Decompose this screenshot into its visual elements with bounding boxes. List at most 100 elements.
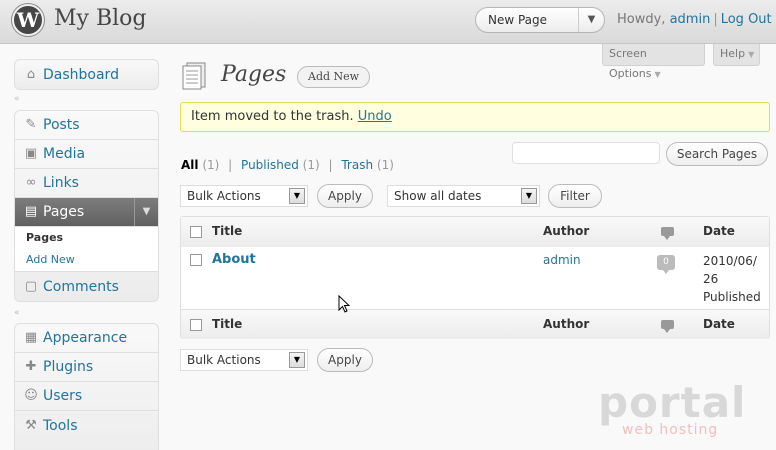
- user-info: Howdy, admin | Log Out: [617, 12, 772, 27]
- sidebar-item-tools[interactable]: ⚒ Tools: [15, 411, 158, 440]
- row-date: 2010/06/ 26 Published: [703, 252, 765, 306]
- chevron-down-icon[interactable]: ▼: [289, 188, 305, 204]
- media-icon: ▣: [24, 146, 38, 161]
- separator: |: [713, 12, 718, 27]
- tools-icon: ⚒: [25, 417, 37, 433]
- apply-button-bottom[interactable]: Apply: [317, 348, 373, 372]
- sidebar-item-pages[interactable]: ▤ Pages ▼: [15, 198, 158, 227]
- row-checkbox[interactable]: [190, 254, 202, 266]
- filter-button[interactable]: Filter: [548, 184, 602, 208]
- screen-options-tab[interactable]: Screen Options ▼: [602, 44, 705, 80]
- page-title: Pages: [221, 62, 287, 87]
- sidebar-group-content: ✎ Posts ▣ Media ∞ Links ▤ Pages ▼ Pages Add N…: [14, 110, 159, 302]
- pages-submenu: Pages Add New: [15, 227, 158, 272]
- table-footer: Title Author Date: [181, 309, 769, 339]
- filter-trash-count: (1): [376, 158, 394, 172]
- row-title-link[interactable]: About: [212, 252, 256, 267]
- sidebar-item-label: Posts: [43, 117, 80, 133]
- appearance-icon: ▦: [24, 330, 38, 345]
- undo-link[interactable]: Undo: [358, 109, 392, 124]
- filter-published-link[interactable]: Published: [241, 158, 299, 172]
- column-author-header: Author: [543, 224, 590, 238]
- submenu-item-pages[interactable]: Pages: [15, 227, 158, 249]
- column-title-footer[interactable]: Title: [212, 317, 242, 331]
- bulk-actions-label: Bulk Actions: [187, 353, 261, 367]
- sidebar-item-comments[interactable]: ▢ Comments: [15, 272, 158, 301]
- separator: |: [328, 158, 333, 172]
- submenu-item-add-new[interactable]: Add New: [15, 249, 158, 271]
- chevron-down-icon[interactable]: ▼: [578, 8, 604, 32]
- trash-notice: Item moved to the trash. Undo: [180, 102, 770, 132]
- howdy-text: Howdy,: [617, 12, 666, 27]
- status-filter-links: All (1) | Published (1) | Trash (1): [181, 158, 394, 172]
- filter-published-count: (1): [302, 158, 320, 172]
- sidebar-item-label: Links: [43, 175, 79, 191]
- comments-column-icon: [661, 227, 674, 240]
- chevron-down-icon: ▼: [654, 70, 661, 79]
- chevron-down-icon: ▼: [748, 50, 755, 59]
- sidebar-group-dashboard: ⌂ Dashboard: [14, 59, 159, 90]
- separator: |: [228, 158, 233, 172]
- sidebar-item-dashboard[interactable]: ⌂ Dashboard: [15, 60, 158, 89]
- filter-trash-link[interactable]: Trash: [341, 158, 373, 172]
- column-author-footer: Author: [543, 317, 590, 331]
- sidebar-item-label: Pages: [43, 204, 85, 220]
- apply-button-top[interactable]: Apply: [317, 184, 373, 208]
- bulk-actions-label: Bulk Actions: [187, 189, 261, 203]
- search-pages-button[interactable]: Search Pages: [666, 142, 768, 166]
- logout-link[interactable]: Log Out: [721, 12, 772, 27]
- favorite-actions-label[interactable]: New Page: [488, 13, 547, 27]
- filter-all-link[interactable]: All: [181, 158, 199, 172]
- date-filter-select[interactable]: Show all dates ▼: [387, 185, 540, 207]
- home-icon: ⌂: [26, 66, 36, 82]
- users-icon: ☺: [24, 388, 38, 403]
- sidebar-item-posts[interactable]: ✎ Posts: [15, 111, 158, 140]
- bulk-actions-select-top[interactable]: Bulk Actions ▼: [180, 185, 308, 207]
- chevron-down-icon[interactable]: ▼: [134, 198, 158, 226]
- chain-link-icon: ∞: [25, 175, 37, 190]
- site-title[interactable]: My Blog: [54, 6, 146, 31]
- collapse-arrows-icon[interactable]: «: [14, 308, 20, 318]
- sidebar-item-label: Plugins: [43, 359, 94, 375]
- plug-icon: ✚: [25, 359, 37, 374]
- column-title-header[interactable]: Title: [212, 224, 242, 238]
- portal-watermark: portal web hosting: [598, 380, 748, 440]
- watermark-brand: portal: [598, 378, 747, 427]
- pushpin-icon: ✎: [25, 117, 37, 132]
- sidebar-item-label: Users: [43, 388, 83, 404]
- row-author-link[interactable]: admin: [543, 253, 581, 267]
- wordpress-logo-icon: W: [12, 4, 44, 36]
- username-link[interactable]: admin: [670, 12, 711, 27]
- bulk-actions-select-bottom[interactable]: Bulk Actions ▼: [180, 349, 308, 371]
- row-status: Published: [703, 290, 761, 304]
- select-all-checkbox[interactable]: [190, 319, 202, 331]
- sidebar-item-label: Comments: [43, 278, 119, 295]
- sidebar-item-media[interactable]: ▣ Media: [15, 140, 158, 169]
- column-date-footer[interactable]: Date: [703, 317, 735, 331]
- collapse-arrows-icon[interactable]: «: [14, 94, 20, 104]
- add-new-button[interactable]: Add New: [297, 66, 371, 88]
- sidebar-item-label: Appearance: [43, 330, 128, 346]
- help-label[interactable]: Help: [720, 47, 745, 60]
- search-input[interactable]: [512, 142, 660, 164]
- mouse-cursor-icon: [338, 295, 351, 313]
- sidebar-group-settings: ▦ Appearance ✚ Plugins ☺ Users ⚒ Tools: [14, 323, 159, 450]
- chevron-down-icon[interactable]: ▼: [521, 188, 537, 204]
- date-filter-label: Show all dates: [394, 189, 482, 203]
- favorite-actions-dropdown[interactable]: New Page ▼: [475, 7, 605, 33]
- sidebar-item-label: Tools: [43, 417, 78, 434]
- help-tab[interactable]: Help ▼: [713, 44, 760, 66]
- comments-column-icon: [661, 320, 674, 333]
- sidebar-item-plugins[interactable]: ✚ Plugins: [15, 353, 158, 382]
- sidebar-item-appearance[interactable]: ▦ Appearance: [15, 324, 158, 353]
- sidebar-item-users[interactable]: ☺ Users: [15, 382, 158, 411]
- comment-count-badge[interactable]: 0: [657, 255, 675, 274]
- chevron-down-icon[interactable]: ▼: [289, 352, 305, 368]
- select-all-checkbox[interactable]: [190, 226, 202, 238]
- screen-options-label[interactable]: Screen Options: [609, 47, 651, 80]
- pages-header-icon: [182, 62, 206, 90]
- comment-bubble-icon: ▢: [24, 278, 38, 294]
- column-date-header[interactable]: Date: [703, 224, 735, 238]
- sidebar-item-links[interactable]: ∞ Links: [15, 169, 158, 198]
- notice-text: Item moved to the trash.: [191, 109, 354, 124]
